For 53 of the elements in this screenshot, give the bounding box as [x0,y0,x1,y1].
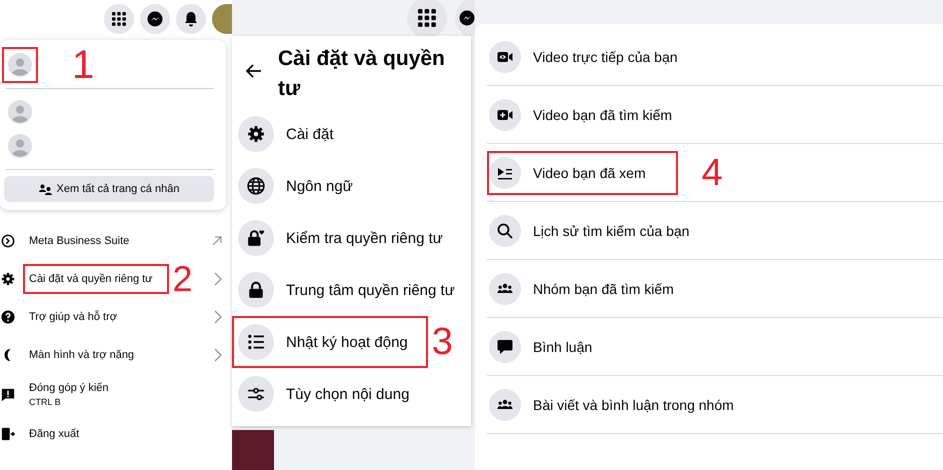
poster-placeholder [232,430,274,470]
list-icon [238,324,274,360]
speech-bubble-icon [489,330,521,362]
avatar[interactable] [2,47,38,83]
panel-title: Cài đặt và quyền [278,46,445,72]
step-number: 4 [702,154,723,192]
apps-grid-icon[interactable] [407,0,447,36]
sliders-icon [238,376,274,412]
menu-item[interactable]: Đóng góp ý kiến CTRL B [23,374,114,415]
menu-item[interactable]: Màn hình và trợ năng [23,341,140,369]
settings-icon [238,116,274,152]
lock-icon [238,272,274,308]
video-camera-icon [489,40,521,72]
see-all-profiles-button[interactable]: Xem tất cả trang cá nhân [4,176,214,202]
menu-item[interactable]: Cài đặt [232,108,354,160]
menu-item[interactable]: Trung tâm quyền riêng tư [232,264,475,316]
profile-photo-placeholder[interactable] [212,4,232,34]
apps-grid-icon[interactable] [104,4,134,34]
people-icon [489,272,521,304]
menu-item[interactable]: Cài đặt và quyền riêng tư [23,264,169,294]
panel-title: tư [278,76,302,102]
step-number: 1 [72,45,94,85]
step-number: 3 [432,323,453,361]
chevron-right-icon [214,272,222,286]
profiles-icon [38,184,52,194]
globe-icon [238,168,274,204]
menu-item[interactable]: Video bạn đã xem [487,150,678,194]
menu-item[interactable]: Bài viết và bình luận trong nhóm [487,382,766,426]
menu-item[interactable]: Video bạn đã tìm kiếm [487,92,704,136]
video-plus-icon [489,98,521,130]
step-number: 2 [172,261,193,297]
menu-item[interactable]: Đăng xuất [23,420,86,448]
menu-item[interactable]: Nhóm bạn đã tìm kiếm [487,266,706,310]
people-icon [489,388,521,420]
messenger-icon[interactable] [140,4,170,34]
menu-item[interactable]: Kiểm tra quyền riêng tư [232,212,463,264]
menu-item[interactable]: Trợ giúp và hỗ trợ [23,303,123,331]
menu-item[interactable]: Tùy chọn nội dung [232,368,430,420]
menu-item[interactable]: Ngôn ngữ [232,160,373,212]
play-list-icon [489,156,521,188]
search-icon [489,214,521,246]
back-arrow-icon[interactable] [246,64,262,78]
chevron-right-icon [214,348,222,362]
external-arrow-icon [212,236,222,246]
bell-icon[interactable] [176,4,206,34]
messenger-icon[interactable] [455,0,475,36]
menu-item[interactable]: Bình luận [487,324,624,368]
menu-item[interactable]: Video trực tiếp của bạn [487,34,710,78]
menu-item[interactable]: Lịch sử tìm kiếm của bạn [487,208,722,252]
menu-item[interactable]: Nhật ký hoạt động [232,316,428,368]
chevron-right-icon [214,310,222,324]
menu-item[interactable]: Meta Business Suite [23,227,136,255]
door-icon [1,427,15,441]
